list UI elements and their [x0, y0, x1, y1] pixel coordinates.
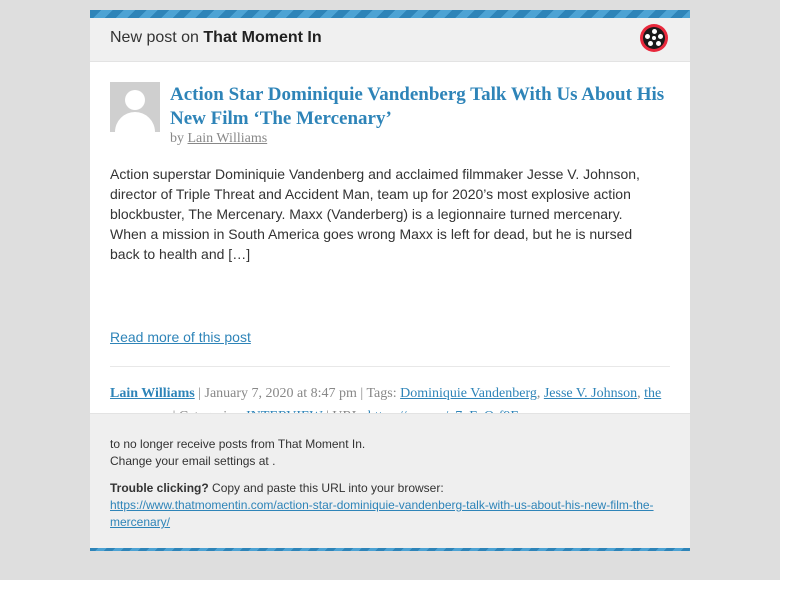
header-prefix: New post on — [110, 29, 199, 46]
meta-tags-label: | Tags: — [356, 386, 401, 401]
byline-author-link[interactable]: Lain Williams — [188, 131, 268, 146]
tag-separator: , — [536, 386, 544, 401]
email-header: New post on That Moment In — [90, 18, 690, 62]
meta-date: January 7, 2020 at 8:47 pm — [204, 386, 357, 401]
divider-top — [110, 366, 670, 367]
header-title: New post on That Moment In — [110, 29, 322, 47]
post-excerpt: Action superstar Dominiquie Vandenberg a… — [110, 166, 640, 262]
read-more-link[interactable]: Read more of this post — [110, 329, 251, 345]
avatar-body — [115, 112, 155, 132]
post-title-link[interactable]: Action Star Dominiquie Vandenberg Talk W… — [170, 83, 670, 131]
top-stripe — [90, 10, 690, 18]
bottom-stripe — [90, 548, 690, 551]
settings-text: Change your email settings at . — [110, 454, 276, 468]
meta-author-link[interactable]: Lain Williams — [110, 386, 195, 401]
window-edge — [790, 0, 800, 600]
trouble-text: Copy and paste this URL into your browse… — [208, 481, 444, 495]
meta-separator: | — [194, 386, 205, 401]
trouble-line: Trouble clicking? Copy and paste this UR… — [110, 480, 444, 496]
tag-link[interactable]: Dominiquie Vandenberg — [400, 386, 537, 401]
byline-prefix: by — [170, 131, 184, 146]
unsubscribe-text: to no longer receive posts from That Mom… — [110, 437, 366, 451]
avatar-head — [125, 90, 145, 110]
tag-link[interactable]: Jesse V. Johnson — [544, 386, 637, 401]
byline: by Lain Williams — [170, 131, 267, 147]
email-footer: to no longer receive posts from That Mom… — [90, 413, 690, 549]
full-post-url-link[interactable]: https://www.thatmomentin.com/action-star… — [110, 497, 670, 531]
header-site-name[interactable]: That Moment In — [203, 29, 321, 46]
trouble-label: Trouble clicking? — [110, 481, 209, 495]
email-container: New post on That Moment In Action Star D… — [90, 10, 690, 551]
author-avatar — [110, 82, 160, 132]
scroll-gutter — [780, 16, 790, 580]
site-logo-icon[interactable] — [640, 24, 668, 52]
